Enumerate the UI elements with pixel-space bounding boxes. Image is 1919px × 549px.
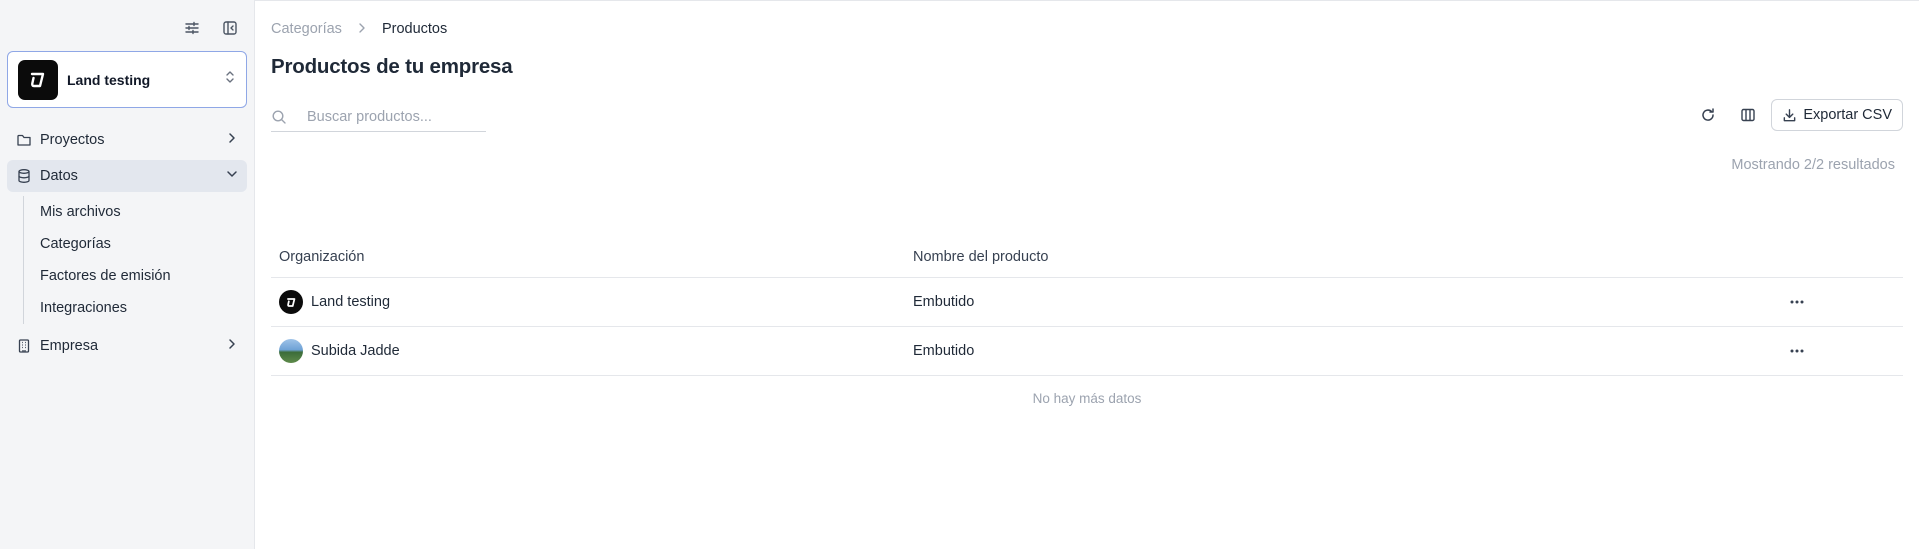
chevron-down-icon	[225, 167, 239, 185]
sidebar-nav: Proyectos Datos Mis archivos Categorías …	[7, 124, 247, 366]
org-avatar	[279, 339, 303, 363]
more-options-icon[interactable]	[1785, 292, 1809, 312]
table-row[interactable]: Subida Jadde Embutido	[271, 327, 1903, 376]
table-end-message: No hay más datos	[1032, 391, 1142, 406]
breadcrumb: Categorías Productos	[271, 21, 447, 37]
row-product-name: Embutido	[913, 294, 975, 310]
database-icon	[15, 167, 33, 185]
table-row[interactable]: Land testing Embutido	[271, 278, 1903, 327]
sidebar-subitem-integraciones[interactable]: Integraciones	[40, 292, 247, 324]
search-icon	[271, 109, 289, 125]
sidebar-item-proyectos[interactable]: Proyectos	[7, 124, 247, 156]
sidebar-subitem-categorias[interactable]: Categorías	[40, 228, 247, 260]
refresh-icon[interactable]	[1688, 99, 1728, 131]
more-options-icon[interactable]	[1785, 341, 1809, 361]
sidebar-item-label: Datos	[40, 168, 78, 184]
org-logo	[18, 59, 58, 100]
sidebar-subitem-mis-archivos[interactable]: Mis archivos	[40, 196, 247, 228]
export-csv-label: Exportar CSV	[1803, 107, 1892, 123]
search-field	[271, 102, 486, 132]
row-organization: Subida Jadde	[311, 343, 400, 359]
sliders-icon[interactable]	[182, 18, 202, 38]
page-title: Productos de tu empresa	[271, 55, 513, 78]
row-organization: Land testing	[311, 294, 391, 310]
table-toolbar: Exportar CSV	[1688, 99, 1903, 131]
sidebar-item-label: Proyectos	[40, 132, 105, 148]
datos-submenu: Mis archivos Categorías Factores de emis…	[23, 196, 247, 324]
sidebar-item-empresa[interactable]: Empresa	[7, 330, 247, 362]
chevron-right-icon	[356, 22, 368, 37]
chevron-right-icon	[225, 131, 239, 149]
sidebar: Land testing Proyectos Datos Mis archivo…	[0, 0, 255, 549]
org-name: Land testing	[67, 71, 151, 88]
chevron-right-icon	[225, 337, 239, 355]
row-product-name: Embutido	[913, 343, 975, 359]
org-avatar	[279, 290, 303, 314]
sidebar-item-datos[interactable]: Datos	[7, 160, 247, 192]
folder-icon	[15, 131, 33, 149]
sidebar-item-label: Empresa	[40, 338, 99, 354]
sidebar-top-actions	[182, 18, 240, 38]
breadcrumb-current: Productos	[381, 21, 448, 37]
table-header: Organización Nombre del producto	[271, 236, 1903, 278]
columns-icon[interactable]	[1728, 99, 1768, 131]
building-icon	[15, 337, 33, 355]
search-input[interactable]	[307, 108, 477, 125]
results-count: Mostrando 2/2 resultados	[1731, 157, 1895, 173]
column-header-organization: Organización	[279, 248, 365, 265]
collapse-sidebar-icon[interactable]	[220, 18, 240, 38]
export-csv-button[interactable]: Exportar CSV	[1771, 99, 1903, 131]
sidebar-subitem-factores-emision[interactable]: Factores de emisión	[40, 260, 247, 292]
column-header-product-name: Nombre del producto	[913, 248, 1049, 265]
main-content: Categorías Productos Productos de tu emp…	[256, 0, 1919, 549]
download-icon	[1782, 108, 1797, 123]
chevron-up-down-icon	[224, 70, 236, 89]
org-switcher[interactable]: Land testing	[7, 51, 247, 108]
products-table: Organización Nombre del producto Land te…	[271, 236, 1903, 406]
breadcrumb-categorias[interactable]: Categorías	[271, 21, 342, 37]
